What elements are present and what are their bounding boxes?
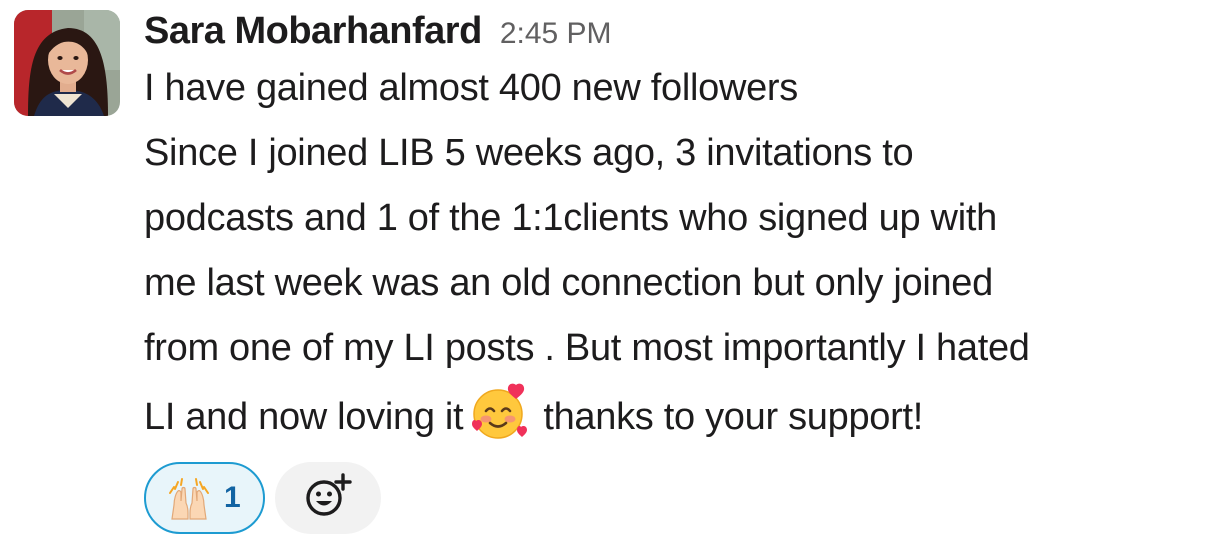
message-content: Sara Mobarhanfard 2:45 PM I have gained … bbox=[144, 10, 1214, 534]
message-line: Since I joined LIB 5 weeks ago, 3 invita… bbox=[144, 132, 914, 174]
avatar-image bbox=[14, 10, 120, 116]
message-item: Sara Mobarhanfard 2:45 PM I have gained … bbox=[14, 10, 1214, 550]
message-timestamp[interactable]: 2:45 PM bbox=[500, 17, 612, 51]
message-header: Sara Mobarhanfard 2:45 PM bbox=[144, 10, 1214, 62]
sender-name[interactable]: Sara Mobarhanfard bbox=[144, 10, 482, 53]
message-line: me last week was an old connection but o… bbox=[144, 262, 993, 304]
message-line: podcasts and 1 of the 1:1clients who sig… bbox=[144, 197, 997, 239]
message-body: I have gained almost 400 new followers S… bbox=[144, 56, 1214, 450]
message-line: from one of my LI posts . But most impor… bbox=[144, 327, 1030, 369]
raising-hands-icon bbox=[166, 475, 212, 521]
message-line-last: LI and now loving it thanks to your supp… bbox=[144, 381, 1214, 450]
smiling-face-with-hearts-icon bbox=[467, 381, 529, 443]
avatar[interactable] bbox=[14, 10, 120, 116]
add-reaction-button[interactable] bbox=[274, 462, 381, 534]
message-line-text: LI and now loving it bbox=[144, 396, 464, 438]
message-line: I have gained almost 400 new followers bbox=[144, 67, 798, 109]
reaction-count: 1 bbox=[224, 481, 241, 514]
reaction-raising-hands[interactable]: 1 bbox=[144, 462, 265, 534]
reactions-bar: 1 bbox=[144, 462, 381, 534]
message-line-text: thanks to your support! bbox=[543, 396, 923, 438]
add-reaction-icon bbox=[303, 471, 353, 526]
